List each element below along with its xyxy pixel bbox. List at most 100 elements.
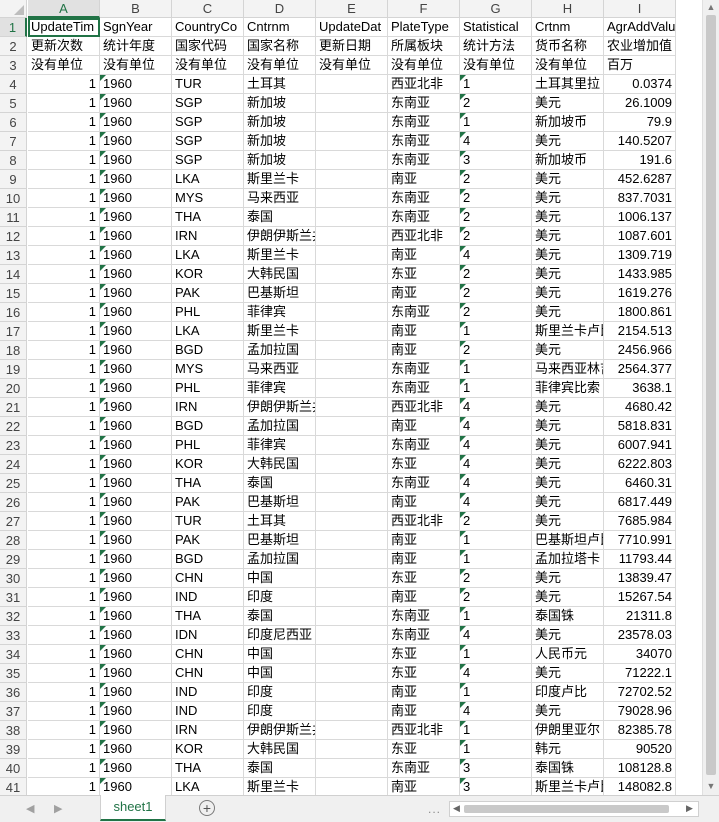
cell-e3[interactable]: 没有单位	[316, 56, 388, 75]
cell-f16[interactable]: 东南亚	[388, 303, 460, 322]
cell-b32[interactable]: 1960	[100, 607, 172, 626]
cell-i20[interactable]: 3638.1	[604, 379, 676, 398]
cell-h15[interactable]: 美元	[532, 284, 604, 303]
cell-i14[interactable]: 1433.985	[604, 265, 676, 284]
row-header[interactable]: 29	[0, 550, 27, 569]
cell-b33[interactable]: 1960	[100, 626, 172, 645]
cell-e33[interactable]	[316, 626, 388, 645]
cell-b15[interactable]: 1960	[100, 284, 172, 303]
cell-f4[interactable]: 西亚北非	[388, 75, 460, 94]
cell-h12[interactable]: 美元	[532, 227, 604, 246]
cell-c12[interactable]: IRN	[172, 227, 244, 246]
cell-a28[interactable]: 1	[28, 531, 100, 550]
cell-c4[interactable]: TUR	[172, 75, 244, 94]
cell-i18[interactable]: 2456.966	[604, 341, 676, 360]
cell-f8[interactable]: 东南亚	[388, 151, 460, 170]
add-sheet-icon[interactable]: +	[199, 800, 215, 816]
cell-d2[interactable]: 国家名称	[244, 37, 316, 56]
cell-h24[interactable]: 美元	[532, 455, 604, 474]
cell-b9[interactable]: 1960	[100, 170, 172, 189]
cell-d38[interactable]: 伊朗伊斯兰共和国	[244, 721, 316, 740]
cell-i12[interactable]: 1087.601	[604, 227, 676, 246]
cell-i6[interactable]: 79.9	[604, 113, 676, 132]
row-header[interactable]: 33	[0, 626, 27, 645]
column-header-h[interactable]: H	[532, 0, 604, 18]
cell-i1[interactable]: AgrAddValue	[604, 18, 676, 37]
cell-h6[interactable]: 新加坡币	[532, 113, 604, 132]
cell-d30[interactable]: 中国	[244, 569, 316, 588]
cell-c39[interactable]: KOR	[172, 740, 244, 759]
cell-d19[interactable]: 马来西亚	[244, 360, 316, 379]
cell-e7[interactable]	[316, 132, 388, 151]
cell-i36[interactable]: 72702.52	[604, 683, 676, 702]
cell-e39[interactable]	[316, 740, 388, 759]
cell-d31[interactable]: 印度	[244, 588, 316, 607]
row-header[interactable]: 4	[0, 75, 27, 94]
horizontal-scroll-thumb[interactable]	[464, 805, 669, 813]
cell-g12[interactable]: 2	[460, 227, 532, 246]
cell-g28[interactable]: 1	[460, 531, 532, 550]
row-header[interactable]: 13	[0, 246, 27, 265]
cell-a25[interactable]: 1	[28, 474, 100, 493]
horizontal-scrollbar[interactable]: ◀ ▶	[449, 801, 699, 817]
row-header[interactable]: 1	[0, 18, 27, 37]
cell-a18[interactable]: 1	[28, 341, 100, 360]
cell-a33[interactable]: 1	[28, 626, 100, 645]
cell-c37[interactable]: IND	[172, 702, 244, 721]
cell-e9[interactable]	[316, 170, 388, 189]
row-header[interactable]: 25	[0, 474, 27, 493]
cell-c40[interactable]: THA	[172, 759, 244, 778]
cell-i27[interactable]: 7685.984	[604, 512, 676, 531]
row-header[interactable]: 10	[0, 189, 27, 208]
cell-f5[interactable]: 东南亚	[388, 94, 460, 113]
cell-d16[interactable]: 菲律宾	[244, 303, 316, 322]
column-header-d[interactable]: D	[244, 0, 316, 18]
cell-f18[interactable]: 南亚	[388, 341, 460, 360]
cell-f17[interactable]: 南亚	[388, 322, 460, 341]
cell-a5[interactable]: 1	[28, 94, 100, 113]
cell-g26[interactable]: 4	[460, 493, 532, 512]
cell-i41[interactable]: 148082.8	[604, 778, 676, 795]
cell-g34[interactable]: 1	[460, 645, 532, 664]
cell-a4[interactable]: 1	[28, 75, 100, 94]
cell-c5[interactable]: SGP	[172, 94, 244, 113]
cell-a12[interactable]: 1	[28, 227, 100, 246]
cell-d41[interactable]: 斯里兰卡	[244, 778, 316, 795]
cell-a7[interactable]: 1	[28, 132, 100, 151]
cell-a23[interactable]: 1	[28, 436, 100, 455]
cell-h27[interactable]: 美元	[532, 512, 604, 531]
cell-g23[interactable]: 4	[460, 436, 532, 455]
cell-b8[interactable]: 1960	[100, 151, 172, 170]
row-header[interactable]: 15	[0, 284, 27, 303]
cell-e22[interactable]	[316, 417, 388, 436]
cell-g29[interactable]: 1	[460, 550, 532, 569]
cell-g19[interactable]: 1	[460, 360, 532, 379]
cell-h41[interactable]: 斯里兰卡卢比	[532, 778, 604, 795]
cell-d34[interactable]: 中国	[244, 645, 316, 664]
cell-h18[interactable]: 美元	[532, 341, 604, 360]
cell-a1[interactable]: UpdateTim	[28, 18, 100, 37]
cell-a32[interactable]: 1	[28, 607, 100, 626]
row-header[interactable]: 6	[0, 113, 27, 132]
cell-d24[interactable]: 大韩民国	[244, 455, 316, 474]
row-header[interactable]: 9	[0, 170, 27, 189]
cell-c14[interactable]: KOR	[172, 265, 244, 284]
cell-i15[interactable]: 1619.276	[604, 284, 676, 303]
column-header-b[interactable]: B	[100, 0, 172, 18]
cell-c20[interactable]: PHL	[172, 379, 244, 398]
cell-i24[interactable]: 6222.803	[604, 455, 676, 474]
row-header[interactable]: 28	[0, 531, 27, 550]
cell-c27[interactable]: TUR	[172, 512, 244, 531]
cell-a9[interactable]: 1	[28, 170, 100, 189]
cell-f12[interactable]: 西亚北非	[388, 227, 460, 246]
row-header[interactable]: 23	[0, 436, 27, 455]
cell-e1[interactable]: UpdateDat	[316, 18, 388, 37]
prev-sheet-icon[interactable]: ◀	[26, 802, 34, 815]
cell-f41[interactable]: 南亚	[388, 778, 460, 795]
scroll-right-icon[interactable]: ▶	[686, 803, 693, 814]
cell-f32[interactable]: 东南亚	[388, 607, 460, 626]
cell-a21[interactable]: 1	[28, 398, 100, 417]
cell-a39[interactable]: 1	[28, 740, 100, 759]
cell-a3[interactable]: 没有单位	[28, 56, 100, 75]
cell-g22[interactable]: 4	[460, 417, 532, 436]
